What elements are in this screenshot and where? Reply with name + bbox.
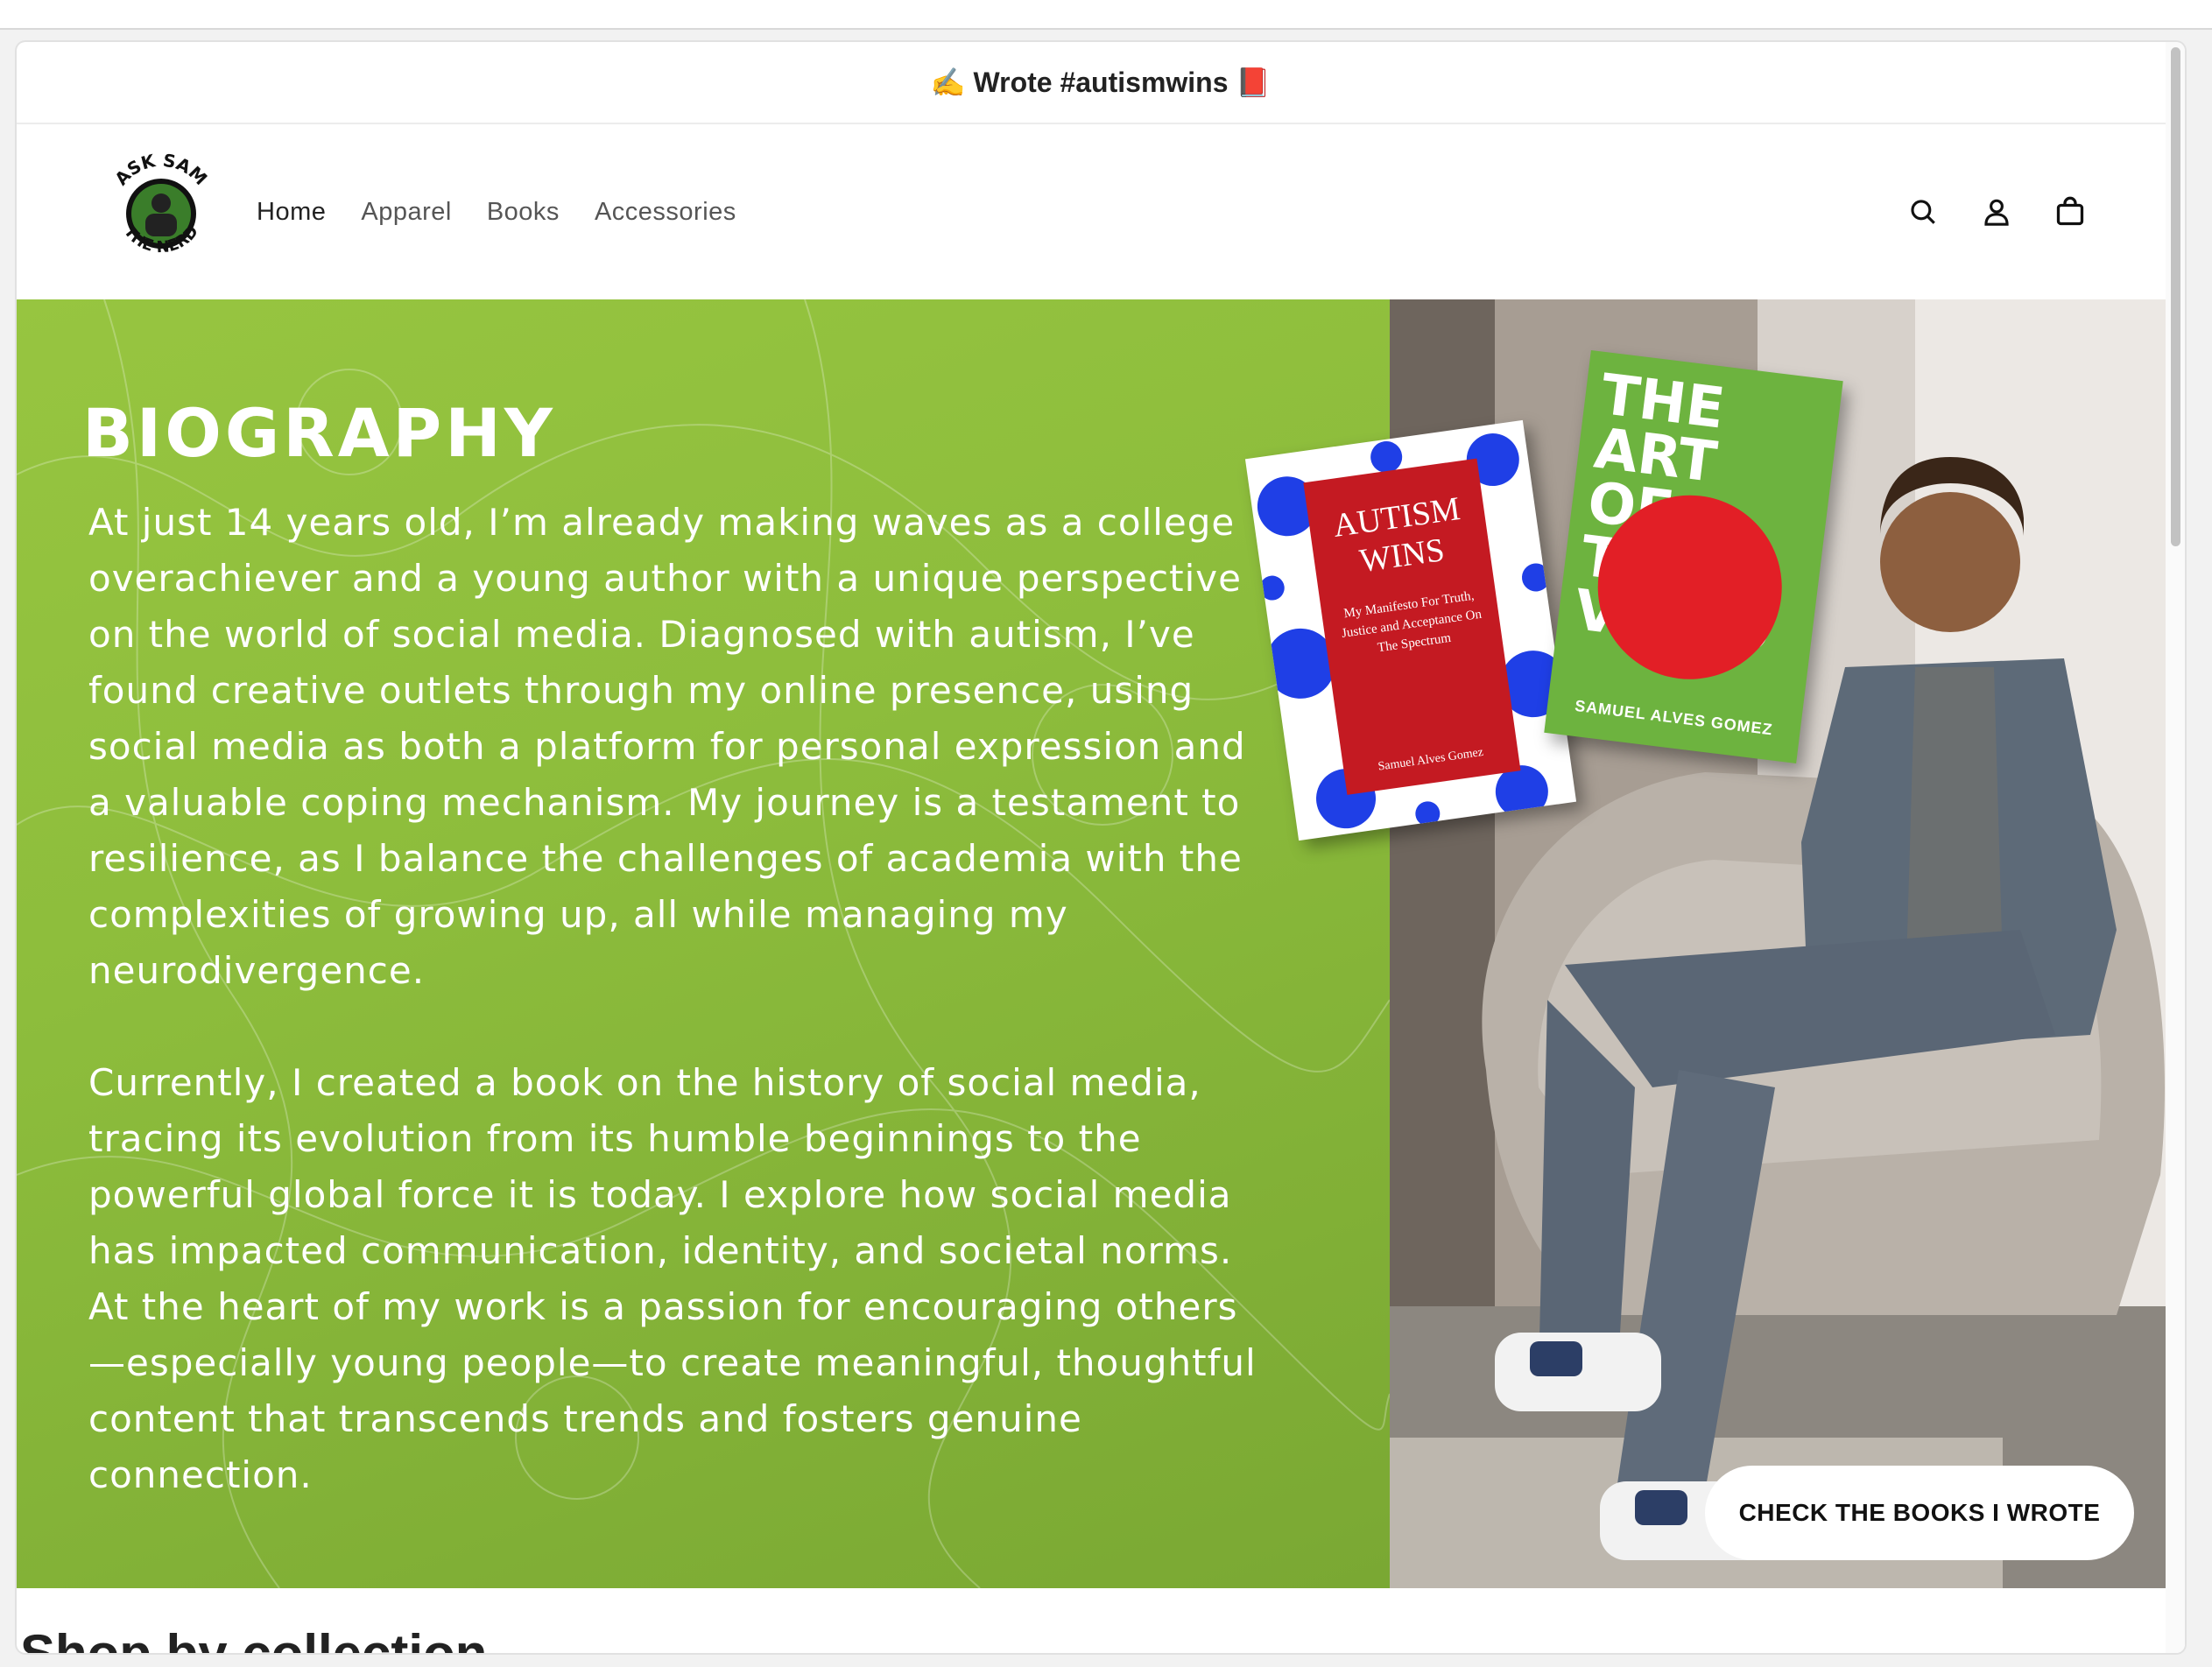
book-subtitle: My Manifesto For Truth, Justice and Acce… <box>1341 588 1483 656</box>
account-icon[interactable] <box>1978 193 2015 230</box>
biography-hero: BIOGRAPHY At just 14 years old, I’m alre… <box>17 299 2185 1588</box>
scrollbar-thumb[interactable] <box>2171 47 2180 546</box>
nav-books[interactable]: Books <box>487 198 560 227</box>
main-nav: Home Apparel Books Accessories <box>257 124 736 299</box>
announcement-text: ✍️ Wrote #autismwins 📕 <box>930 67 1272 98</box>
biography-title: BIOGRAPHY <box>82 394 556 472</box>
nav-accessories[interactable]: Accessories <box>595 198 736 227</box>
site-header: ASK SAM THE NERD Home Apparel Books Acce… <box>17 124 2185 299</box>
nav-home[interactable]: Home <box>257 198 326 227</box>
book-cover-autism-wins[interactable]: AUTISM WINS My Manifesto For Truth, Just… <box>1244 419 1577 841</box>
check-books-button[interactable]: CHECK THE BOOKS I WROTE <box>1705 1466 2134 1560</box>
book-author: Samuel Alves Gomez <box>1377 745 1484 774</box>
nav-apparel[interactable]: Apparel <box>361 198 451 227</box>
book-author: SAMUEL ALVES GOMEZ <box>1574 696 1774 739</box>
bio-paragraph-1: At just 14 years old, I’m already making… <box>88 501 1246 992</box>
browser-chrome <box>0 0 2212 30</box>
announcement-bar: ✍️ Wrote #autismwins 📕 <box>17 42 2185 124</box>
site-logo[interactable]: ASK SAM THE NERD <box>100 150 222 273</box>
search-icon[interactable] <box>1905 193 1941 230</box>
biography-body: At just 14 years old, I’m already making… <box>88 495 1262 1559</box>
scrollbar[interactable] <box>2166 42 2185 1653</box>
browser-window: ✍️ Wrote #autismwins 📕 ASK SAM THE NERD <box>17 42 2185 1653</box>
bio-paragraph-2: Currently, I created a book on the histo… <box>88 1061 1257 1496</box>
book-cover-art-of-the-video[interactable]: THE ART OF THE VIDEO SAMUEL ALVES GOMEZ <box>1544 349 1843 764</box>
biography-panel: BIOGRAPHY At just 14 years old, I’m alre… <box>17 299 1390 1588</box>
logo-graphic: ASK SAM THE NERD <box>110 150 211 257</box>
shop-by-collection-heading: Shop by collection <box>20 1623 487 1653</box>
book-title: AUTISM WINS <box>1330 490 1462 580</box>
cart-icon[interactable] <box>2052 193 2089 230</box>
header-actions <box>1905 124 2089 299</box>
